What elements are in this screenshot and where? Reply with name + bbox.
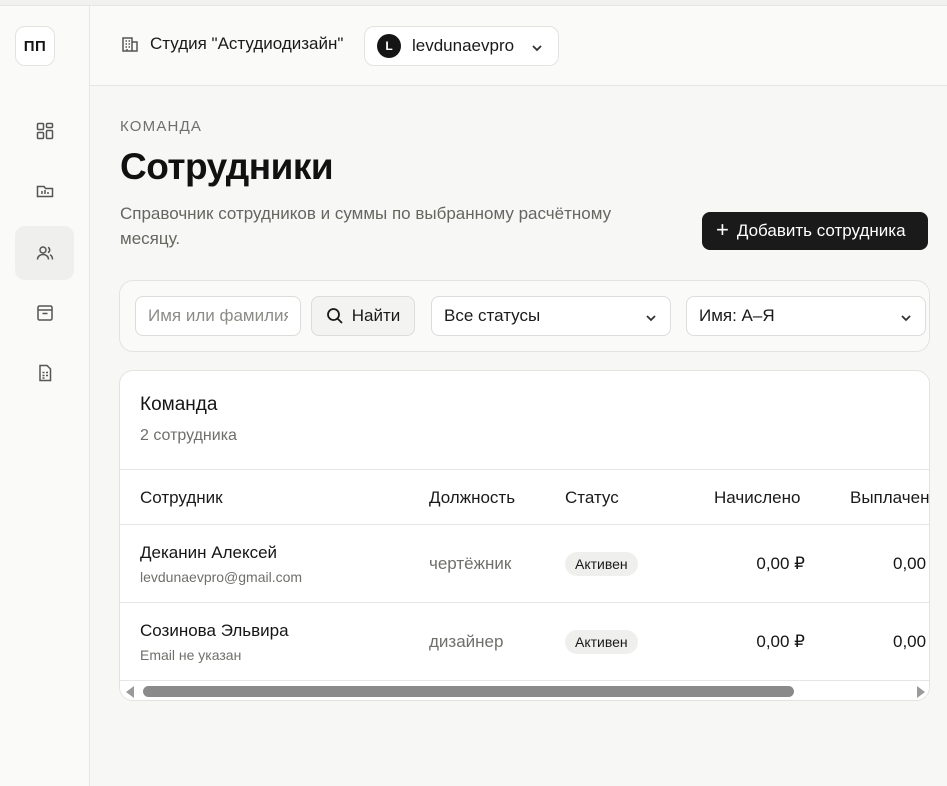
- employee-name[interactable]: Деканин Алексей: [140, 543, 277, 563]
- column-status[interactable]: Статус: [565, 488, 619, 508]
- employee-email: levdunaevpro@gmail.com: [140, 569, 303, 585]
- column-accrued[interactable]: Начислено: [714, 488, 800, 508]
- accrued-amount: 0,00 ₽: [756, 554, 805, 573]
- team-users-icon: [36, 246, 53, 260]
- status-select[interactable]: Все статусы: [431, 296, 671, 336]
- dashboard-icon: [36, 122, 53, 140]
- page-title: Сотрудники: [120, 146, 334, 187]
- status-select-value: Все статусы: [444, 306, 541, 325]
- add-employee-button[interactable]: + Добавить сотрудника: [702, 212, 928, 250]
- sidebar-item-reports[interactable]: [15, 346, 74, 400]
- chevron-down-icon: [899, 310, 913, 330]
- search-button[interactable]: Найти: [311, 296, 415, 336]
- horizontal-scrollbar[interactable]: [120, 681, 929, 700]
- scrollbar-thumb[interactable]: [143, 686, 794, 697]
- team-card: Команда 2 сотрудника Сотрудник Должность…: [119, 370, 930, 701]
- section-eyebrow: КОМАНДА: [120, 118, 203, 135]
- projects-folder-icon: [36, 185, 53, 198]
- column-position[interactable]: Должность: [429, 488, 515, 508]
- team-count: 2 сотрудника: [140, 427, 237, 444]
- employee-name[interactable]: Созинова Эльвира: [140, 621, 289, 641]
- paid-amount: 0,00 ₽: [893, 632, 929, 651]
- sort-select[interactable]: Имя: А–Я: [686, 296, 926, 336]
- search-button-label: Найти: [351, 306, 401, 325]
- employee-position: чертёжник: [429, 554, 512, 573]
- filters-bar: Найти Все статусы Имя: А–Я: [119, 280, 930, 352]
- account-name: levdunaevpro: [412, 36, 515, 55]
- employee-email: Email не указан: [140, 647, 242, 663]
- top-header: Студия "Астудиодизайн" L levdunaevpro: [90, 6, 947, 86]
- status-badge: Активен: [565, 630, 638, 654]
- sidebar-item-projects[interactable]: [15, 164, 74, 218]
- search-input[interactable]: [135, 296, 301, 336]
- paid-amount: 0,00 ₽: [893, 554, 929, 573]
- avatar: L: [377, 34, 401, 58]
- sidebar-item-dashboard[interactable]: [15, 104, 74, 158]
- building-icon: [122, 37, 138, 52]
- employee-position: дизайнер: [429, 632, 504, 651]
- sidebar-item-inbox[interactable]: [15, 286, 74, 340]
- sidebar-item-team[interactable]: [15, 226, 74, 280]
- sidebar: ПП: [0, 6, 90, 786]
- team-card-title: Команда: [140, 394, 218, 415]
- add-employee-label: Добавить сотрудника: [736, 221, 906, 240]
- sort-select-value: Имя: А–Я: [699, 306, 775, 325]
- chevron-down-icon: [644, 310, 658, 330]
- page-subtitle: Справочник сотрудников и суммы по выбран…: [120, 204, 612, 248]
- chevron-down-icon: [530, 40, 544, 60]
- column-employee[interactable]: Сотрудник: [140, 488, 223, 508]
- inbox-icon: [36, 305, 53, 321]
- app-logo[interactable]: ПП: [15, 26, 55, 66]
- status-badge: Активен: [565, 552, 638, 576]
- scroll-right-arrow-icon[interactable]: [917, 686, 925, 698]
- accrued-amount: 0,00 ₽: [756, 632, 805, 651]
- table-header: Сотрудник Должность Статус Начислено Вып…: [120, 469, 929, 525]
- studio-label: Студия "Астудиодизайн": [150, 34, 344, 53]
- spreadsheet-document-icon: [38, 364, 51, 382]
- studio-name: Студия "Астудиодизайн": [120, 34, 343, 54]
- plus-icon: +: [716, 217, 729, 242]
- search-icon: [326, 308, 343, 324]
- column-paid[interactable]: Выплачено: [850, 488, 929, 508]
- account-switcher[interactable]: L levdunaevpro: [364, 26, 559, 66]
- scroll-left-arrow-icon[interactable]: [126, 686, 134, 698]
- table-row[interactable]: Деканин Алексей levdunaevpro@gmail.com ч…: [120, 525, 929, 603]
- table-row[interactable]: Созинова Эльвира Email не указан дизайне…: [120, 603, 929, 681]
